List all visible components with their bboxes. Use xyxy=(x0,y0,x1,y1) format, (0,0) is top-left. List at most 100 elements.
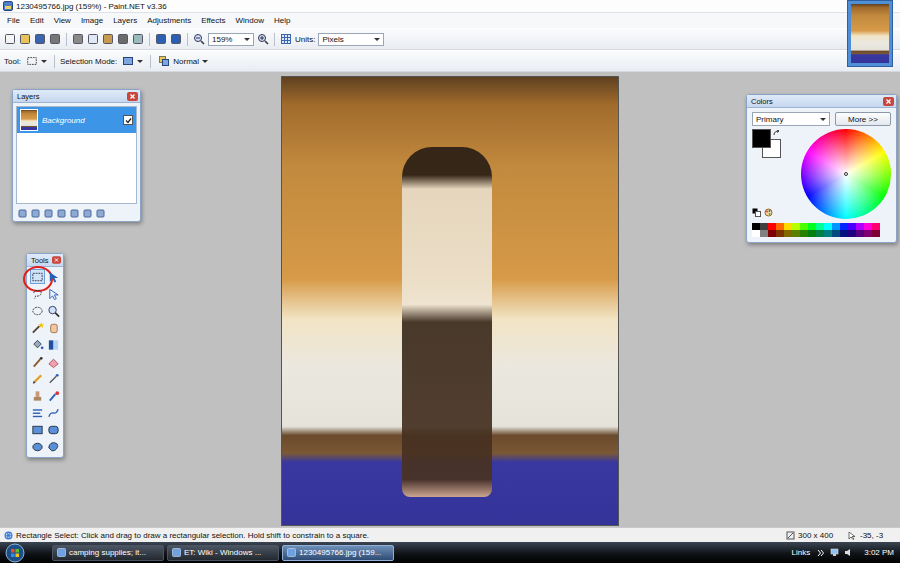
tool-button[interactable] xyxy=(30,405,45,420)
palette-swatch[interactable] xyxy=(776,223,784,230)
palette-swatch[interactable] xyxy=(864,230,872,237)
palette-swatch[interactable] xyxy=(832,223,840,230)
palette-swatch[interactable] xyxy=(776,230,784,237)
cut-icon[interactable] xyxy=(72,33,84,45)
palette-swatch[interactable] xyxy=(824,223,832,230)
menu-item[interactable]: Adjustments xyxy=(142,14,196,27)
layers-window[interactable]: LayersBackground xyxy=(12,89,141,222)
taskbar-button[interactable]: ET: Wiki - Windows ... xyxy=(167,545,279,561)
merge-layer-icon[interactable] xyxy=(57,209,66,218)
tool-button[interactable] xyxy=(30,269,45,284)
tools-window[interactable]: Tools xyxy=(26,253,64,458)
zoom-in-icon[interactable] xyxy=(257,33,269,45)
tool-button[interactable] xyxy=(46,303,61,318)
tool-button[interactable] xyxy=(46,337,61,352)
tool-button[interactable] xyxy=(46,320,61,335)
palette-swatch[interactable] xyxy=(816,223,824,230)
menu-item[interactable]: Layers xyxy=(108,14,142,27)
palette-swatch[interactable] xyxy=(816,230,824,237)
palette-swatch[interactable] xyxy=(800,223,808,230)
menu-item[interactable]: Window xyxy=(230,14,268,27)
image-thumbnail[interactable] xyxy=(847,0,893,67)
tool-button[interactable] xyxy=(30,354,45,369)
move-up-icon[interactable] xyxy=(70,209,79,218)
tool-button[interactable] xyxy=(46,388,61,403)
tool-button[interactable] xyxy=(30,388,45,403)
palette-swatch[interactable] xyxy=(840,223,848,230)
swap-colors-icon[interactable] xyxy=(773,130,780,137)
tool-button[interactable] xyxy=(46,286,61,301)
colors-window[interactable]: ColorsPrimaryMore >> xyxy=(746,94,897,243)
units-dropdown[interactable]: Pixels xyxy=(318,33,384,46)
menu-item[interactable]: Effects xyxy=(196,14,230,27)
deselect-icon[interactable] xyxy=(132,33,144,45)
palette-swatch[interactable] xyxy=(800,230,808,237)
network-icon[interactable] xyxy=(830,548,839,557)
close-icon[interactable] xyxy=(883,97,894,106)
more-button[interactable]: More >> xyxy=(835,112,891,126)
print-icon[interactable] xyxy=(49,33,61,45)
palette-swatch[interactable] xyxy=(784,230,792,237)
tool-button[interactable] xyxy=(30,422,45,437)
selection-mode-picker[interactable] xyxy=(120,55,145,67)
palette-swatch[interactable] xyxy=(872,223,880,230)
menu-item[interactable]: Edit xyxy=(25,14,49,27)
palette-swatch[interactable] xyxy=(872,230,880,237)
tool-button[interactable] xyxy=(30,337,45,352)
open-icon[interactable] xyxy=(19,33,31,45)
palette-menu-icon[interactable] xyxy=(764,208,773,217)
palette-swatch[interactable] xyxy=(752,230,760,237)
tool-picker[interactable] xyxy=(24,55,49,67)
palette-swatch[interactable] xyxy=(792,230,800,237)
close-icon[interactable] xyxy=(127,92,138,101)
tool-button[interactable] xyxy=(46,269,61,284)
redo-icon[interactable] xyxy=(170,33,182,45)
color-wheel[interactable] xyxy=(801,129,891,219)
volume-icon[interactable] xyxy=(844,548,853,557)
links-toolbar[interactable]: Links xyxy=(792,548,811,557)
paste-icon[interactable] xyxy=(102,33,114,45)
palette-swatch[interactable] xyxy=(768,230,776,237)
menu-item[interactable]: View xyxy=(49,14,76,27)
tool-button[interactable] xyxy=(46,371,61,386)
palette-swatch[interactable] xyxy=(840,230,848,237)
zoom-dropdown[interactable]: 159% xyxy=(208,33,254,46)
start-orb-icon[interactable] xyxy=(2,543,28,563)
close-icon[interactable] xyxy=(52,256,61,264)
menu-item[interactable]: File xyxy=(2,14,25,27)
zoom-out-icon[interactable] xyxy=(193,33,205,45)
properties-icon[interactable] xyxy=(96,209,105,218)
blend-mode-picker[interactable]: Normal xyxy=(156,55,210,67)
add-layer-icon[interactable] xyxy=(18,209,27,218)
canvas-photo[interactable] xyxy=(281,76,619,526)
color-mode-dropdown[interactable]: Primary xyxy=(752,112,830,126)
delete-layer-icon[interactable] xyxy=(31,209,40,218)
tool-button[interactable] xyxy=(46,422,61,437)
menu-item[interactable]: Help xyxy=(269,14,295,27)
chevron-icon[interactable] xyxy=(817,549,825,557)
clock[interactable]: 3:02 PM xyxy=(864,548,894,557)
palette-swatch[interactable] xyxy=(792,223,800,230)
palette-swatch[interactable] xyxy=(824,230,832,237)
palette-swatch[interactable] xyxy=(848,230,856,237)
crop-icon[interactable] xyxy=(117,33,129,45)
tool-button[interactable] xyxy=(30,320,45,335)
menu-item[interactable]: Image xyxy=(76,14,108,27)
palette-swatch[interactable] xyxy=(760,230,768,237)
grid-icon[interactable] xyxy=(280,33,292,45)
tool-button[interactable] xyxy=(46,354,61,369)
tool-button[interactable] xyxy=(30,286,45,301)
layer-visible-checkbox[interactable] xyxy=(123,115,133,125)
palette-swatch[interactable] xyxy=(768,223,776,230)
palette-swatch[interactable] xyxy=(856,223,864,230)
palette-swatch[interactable] xyxy=(784,223,792,230)
palette-swatch[interactable] xyxy=(864,223,872,230)
palette-swatch[interactable] xyxy=(808,223,816,230)
tool-button[interactable] xyxy=(30,303,45,318)
tool-button[interactable] xyxy=(30,439,45,454)
duplicate-layer-icon[interactable] xyxy=(44,209,53,218)
move-down-icon[interactable] xyxy=(83,209,92,218)
taskbar-button[interactable]: 1230495766.jpg (159... xyxy=(282,545,394,561)
palette-swatch[interactable] xyxy=(808,230,816,237)
palette-swatch[interactable] xyxy=(752,223,760,230)
